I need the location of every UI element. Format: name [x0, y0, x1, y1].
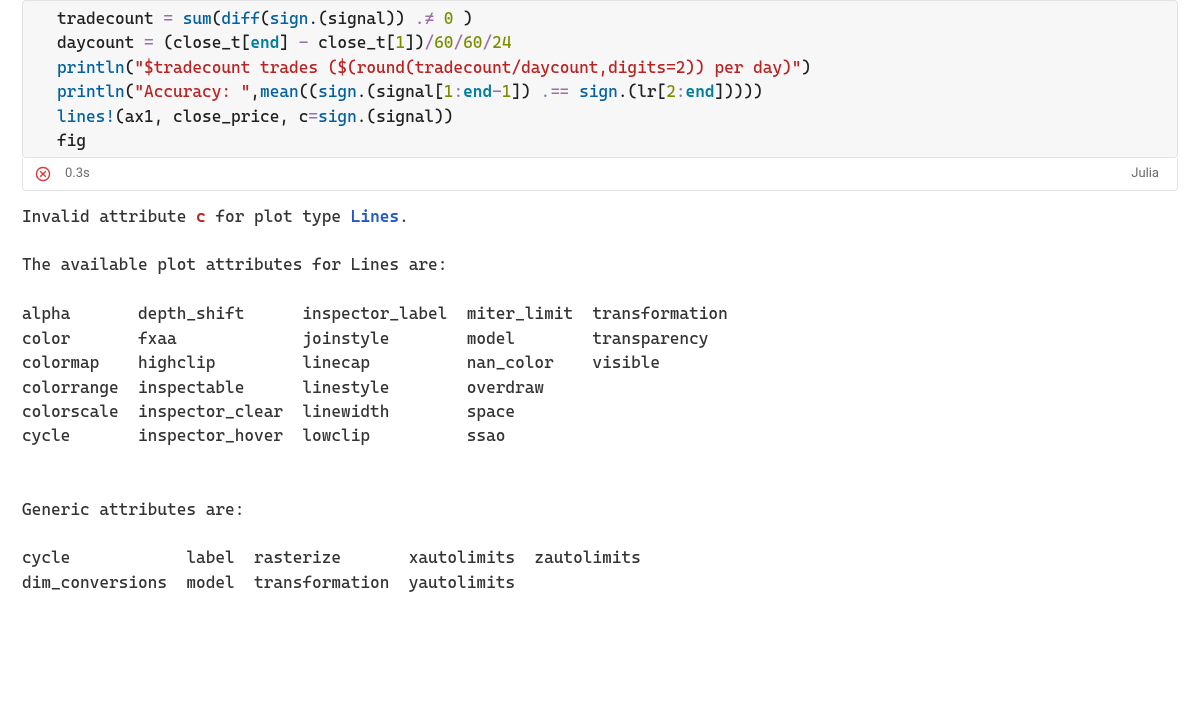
code-line[interactable]: tradecount = sum(diff(sign.(signal)) .≠ … — [57, 7, 1143, 31]
error-attribute: c — [196, 207, 206, 226]
error-icon — [35, 166, 51, 182]
kernel-language: Julia — [1131, 164, 1159, 183]
error-line: Invalid attribute c for plot type Lines. — [22, 207, 409, 226]
execution-time: 0.3s — [65, 164, 90, 183]
cell-status-bar: 0.3s Julia — [22, 158, 1178, 190]
code-cell[interactable]: tradecount = sum(diff(sign.(signal)) .≠ … — [22, 0, 1178, 158]
plot-attributes-table: alpha depth_shift inspector_label miter_… — [22, 304, 728, 445]
generic-attributes-table: cycle label rasterize xautolimits zautol… — [22, 548, 641, 591]
code-line[interactable]: println("Accuracy: ",mean((sign.(signal[… — [57, 80, 1143, 104]
cell-output: Invalid attribute c for plot type Lines.… — [0, 191, 1200, 616]
code-line[interactable]: daycount = (close_t[end] - close_t[1])/6… — [57, 31, 1143, 55]
code-line[interactable]: lines!(ax1, close_price, c=sign.(signal)… — [57, 105, 1143, 129]
code-line[interactable]: fig — [57, 129, 1143, 153]
available-heading: The available plot attributes for Lines … — [22, 255, 447, 274]
generic-heading: Generic attributes are: — [22, 500, 244, 519]
code-block[interactable]: tradecount = sum(diff(sign.(signal)) .≠ … — [57, 7, 1143, 153]
code-line[interactable]: println("$tradecount trades ($(round(tra… — [57, 56, 1143, 80]
error-plot-type: Lines — [351, 207, 399, 226]
